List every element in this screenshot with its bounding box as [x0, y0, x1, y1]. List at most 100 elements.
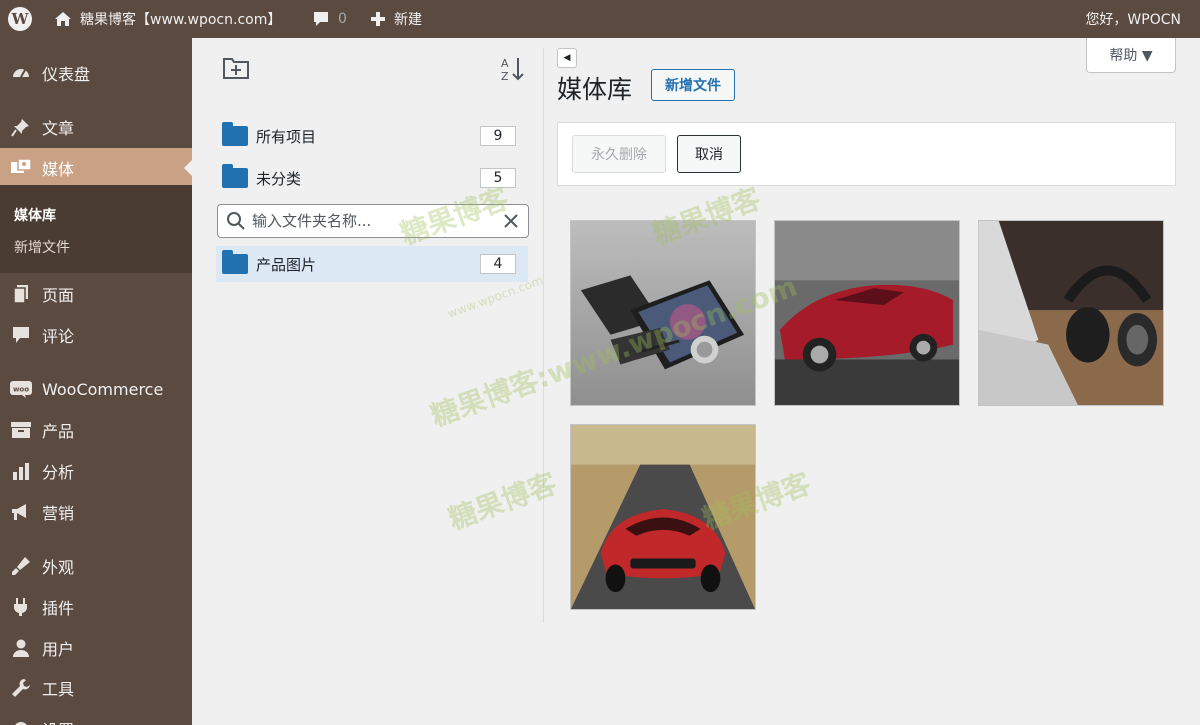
- new-content-menu[interactable]: 新建: [370, 0, 422, 38]
- sidebar-item-label: WooCommerce: [42, 379, 164, 399]
- sidebar-item-users[interactable]: 用户: [0, 628, 192, 668]
- sidebar-item-label: 设置: [42, 717, 74, 725]
- dashboard-icon: [10, 62, 32, 84]
- sidebar-item-plugins[interactable]: 插件: [0, 587, 192, 627]
- settings-icon: [10, 718, 32, 725]
- sidebar-item-appearance[interactable]: 外观: [0, 546, 192, 586]
- comment-bubble-icon: [314, 12, 328, 26]
- comment-icon: [10, 324, 32, 346]
- folder-label: 产品图片: [256, 255, 317, 274]
- folder-icon: [222, 250, 248, 274]
- sidebar-item-label: 插件: [42, 599, 75, 618]
- sidebar-item-label: 媒体: [42, 160, 75, 179]
- sidebar-item-dashboard[interactable]: 仪表盘: [0, 53, 192, 93]
- search-icon: [227, 212, 245, 230]
- sidebar-item-marketing[interactable]: 营销: [0, 492, 192, 532]
- red-convertible-image: [775, 221, 959, 405]
- clear-search-icon[interactable]: [504, 214, 518, 228]
- home-icon: [55, 12, 71, 26]
- folder-count: 9: [480, 126, 516, 146]
- sidebar-item-label: 分析: [42, 463, 75, 482]
- svg-text:A: A: [501, 57, 509, 70]
- sidebar-item-pages[interactable]: 页面: [0, 274, 192, 314]
- panel-divider[interactable]: [543, 48, 544, 623]
- folder-count: 5: [480, 168, 516, 188]
- my-account-menu[interactable]: 您好，WPOCN: [1085, 0, 1181, 38]
- sort-az-icon: AZ: [501, 57, 524, 83]
- folder-icon: [222, 122, 248, 146]
- user-icon: [10, 637, 32, 659]
- sidebar-item-posts[interactable]: 文章: [0, 107, 192, 147]
- folder-search-box: [217, 204, 529, 238]
- concept-car-image: [571, 425, 755, 609]
- wp-logo-menu[interactable]: W: [8, 0, 32, 38]
- plus-icon: [371, 12, 385, 26]
- media-icon: [10, 157, 32, 179]
- folder-label: 未分类: [256, 169, 302, 188]
- headphones-laptop-image: [979, 221, 1163, 405]
- bulk-select-toolbar: 永久删除 取消: [557, 122, 1176, 186]
- admin-bar: W 糖果博客【www.wpocn.com】 0 新建 您好，WPOCN: [0, 0, 1200, 38]
- folder-plus-icon: [223, 58, 249, 79]
- chart-icon: [10, 460, 32, 482]
- sidebar-item-label: 仪表盘: [42, 65, 91, 84]
- folder-label: 所有项目: [256, 127, 317, 146]
- submenu-item-library[interactable]: 媒体库: [14, 205, 56, 225]
- sidebar-item-media[interactable]: 媒体: [0, 148, 192, 188]
- media-thumbnail-headphones[interactable]: [978, 220, 1164, 406]
- svg-text:woo: woo: [13, 386, 29, 394]
- comments-link[interactable]: 0: [312, 0, 347, 38]
- megaphone-icon: [10, 501, 32, 523]
- collapse-panel-button[interactable]: ◀: [557, 48, 577, 68]
- submenu-item-add-new[interactable]: 新增文件: [14, 237, 70, 257]
- folder-search-input[interactable]: [252, 212, 482, 230]
- brush-icon: [10, 555, 32, 577]
- media-submenu: 媒体库 新增文件: [0, 185, 192, 273]
- sidebar-item-settings[interactable]: 设置: [0, 709, 192, 725]
- new-folder-button[interactable]: [222, 56, 250, 84]
- comments-count: 0: [338, 11, 347, 27]
- site-title: 糖果博客【www.wpocn.com】: [80, 12, 282, 28]
- cancel-selection-button[interactable]: 取消: [677, 135, 741, 173]
- page-icon: [10, 283, 32, 305]
- sidebar-item-analytics[interactable]: 分析: [0, 451, 192, 491]
- archive-icon: [10, 419, 32, 441]
- plugin-icon: [10, 596, 32, 618]
- sidebar-item-label: 工具: [42, 680, 75, 699]
- sidebar-item-woocommerce[interactable]: woo WooCommerce: [0, 369, 192, 409]
- wrench-icon: [10, 677, 32, 699]
- folder-icon: [222, 164, 248, 188]
- admin-sidebar: 仪表盘 文章 媒体 媒体库 新增文件 页面 评论 woo WooCommerce…: [0, 38, 192, 725]
- sidebar-item-label: 评论: [42, 327, 75, 346]
- sidebar-item-label: 页面: [42, 286, 75, 305]
- folder-item-uncategorized[interactable]: 未分类 5: [216, 160, 528, 196]
- site-name-link[interactable]: 糖果博客【www.wpocn.com】: [54, 0, 281, 38]
- sidebar-item-label: 用户: [42, 640, 75, 659]
- delete-permanently-button[interactable]: 永久删除: [572, 135, 666, 173]
- woo-icon: woo: [10, 378, 32, 400]
- sidebar-item-label: 产品: [42, 422, 75, 441]
- sidebar-item-comments[interactable]: 评论: [0, 315, 192, 355]
- folder-count: 4: [480, 254, 516, 274]
- sidebar-item-products[interactable]: 产品: [0, 410, 192, 450]
- surface-devices-image: [571, 221, 755, 405]
- sidebar-item-tools[interactable]: 工具: [0, 668, 192, 708]
- media-thumbnail-surface[interactable]: [570, 220, 756, 406]
- folder-item-product-images[interactable]: 产品图片 4: [216, 246, 528, 282]
- add-new-media-button[interactable]: 新增文件: [651, 69, 735, 101]
- pin-icon: [10, 116, 32, 138]
- sidebar-item-label: 文章: [42, 119, 75, 138]
- page-title: 媒体库: [557, 75, 633, 104]
- greeting: 您好，WPOCN: [1085, 12, 1181, 28]
- media-thumbnail-red-convertible[interactable]: [774, 220, 960, 406]
- sort-folders-button[interactable]: AZ: [499, 55, 527, 87]
- sidebar-item-label: 营销: [42, 504, 75, 523]
- folder-panel: AZ 所有项目 9 未分类 5 产品图片 4: [192, 38, 544, 725]
- folder-item-all[interactable]: 所有项目 9: [216, 118, 528, 154]
- help-tab-button[interactable]: 帮助 ▼: [1086, 38, 1176, 73]
- media-thumbnail-concept-car[interactable]: [570, 424, 756, 610]
- sidebar-item-label: 外观: [42, 558, 75, 577]
- new-label: 新建: [394, 12, 422, 28]
- wordpress-logo-icon: W: [8, 7, 32, 31]
- svg-text:Z: Z: [501, 70, 509, 83]
